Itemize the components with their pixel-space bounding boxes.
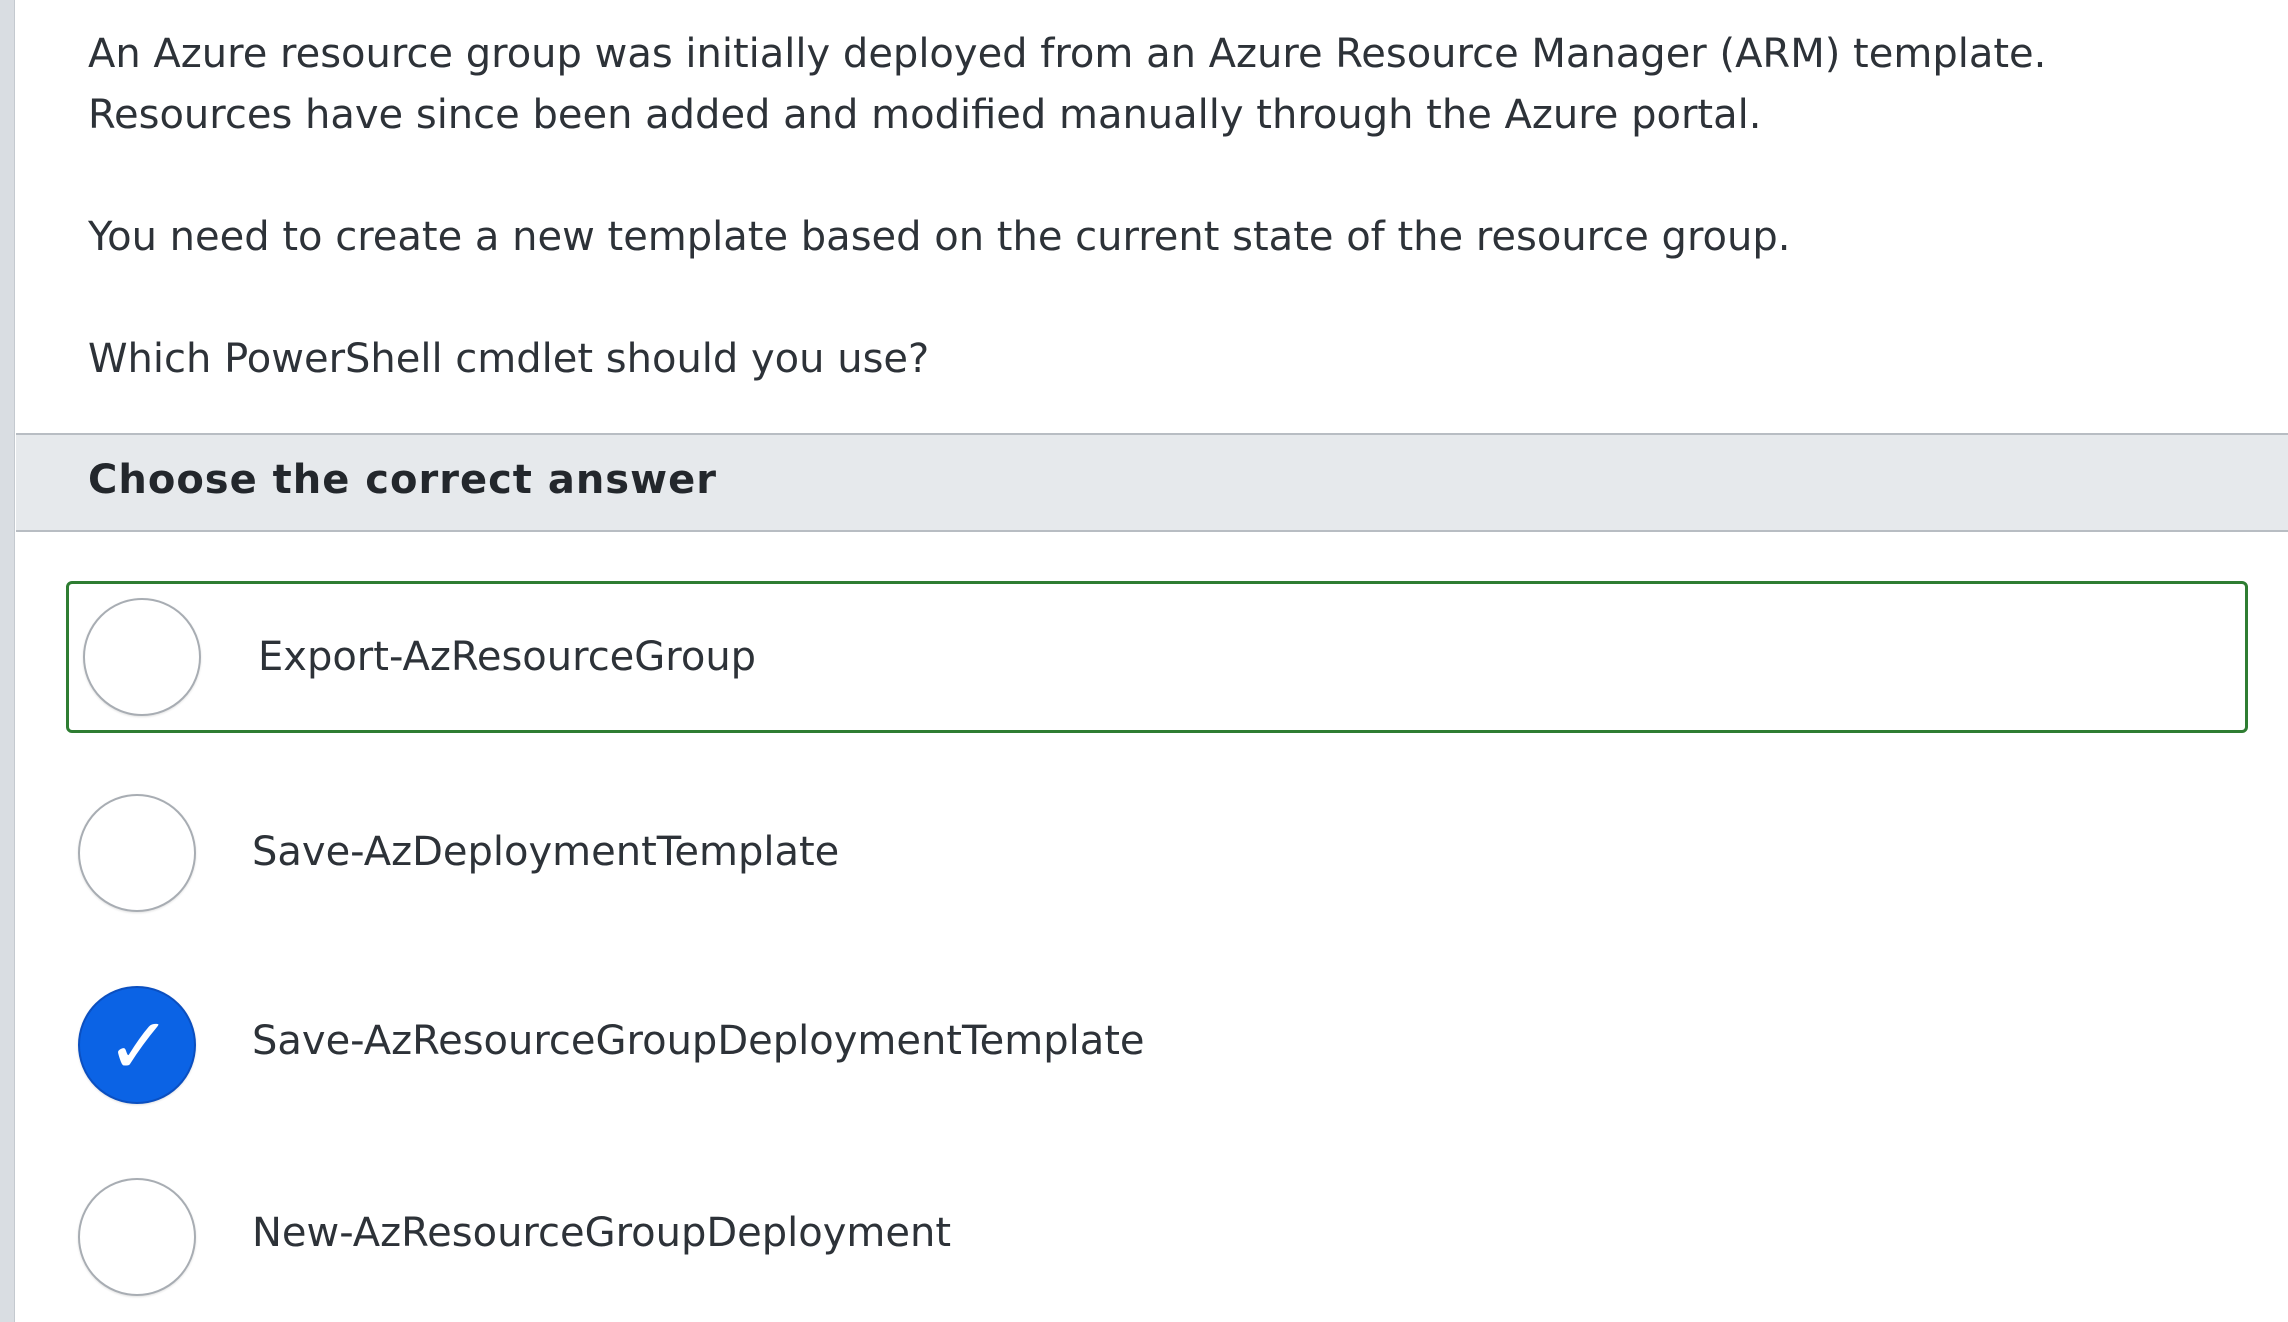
answer-prompt-label: Choose the correct answer [88, 457, 717, 503]
radio-button-selected[interactable]: ✓ [78, 986, 196, 1104]
answer-prompt-bar: Choose the correct answer [16, 433, 2288, 532]
radio-button[interactable] [78, 794, 196, 912]
answer-option-new-azresourcegroupdeployment[interactable]: New-AzResourceGroupDeployment [66, 1162, 2248, 1314]
question-line-2: Resources have since been added and modi… [88, 92, 1762, 138]
question-text: An Azure resource group was initially de… [88, 24, 2238, 390]
question-line-3: You need to create a new template based … [88, 214, 1791, 260]
radio-button[interactable] [83, 598, 201, 716]
answer-option-save-azdeploymenttemplate[interactable]: Save-AzDeploymentTemplate [66, 778, 2248, 930]
answer-option-save-azresourcegroupdeploymenttemplate[interactable]: ✓ Save-AzResourceGroupDeploymentTemplate [66, 970, 2248, 1122]
answer-option-export-azresourcegroup[interactable]: Export-AzResourceGroup [66, 581, 2248, 733]
left-rail [0, 0, 15, 1322]
answer-option-label: Save-AzResourceGroupDeploymentTemplate [252, 1018, 1145, 1064]
question-line-4: Which PowerShell cmdlet should you use? [88, 336, 930, 382]
question-line-1: An Azure resource group was initially de… [88, 31, 2047, 77]
answer-option-label: Save-AzDeploymentTemplate [252, 829, 840, 875]
checkmark-icon: ✓ [106, 1002, 172, 1092]
answer-option-label: New-AzResourceGroupDeployment [252, 1210, 952, 1256]
answer-option-label: Export-AzResourceGroup [258, 634, 757, 680]
radio-button[interactable] [78, 1178, 196, 1296]
